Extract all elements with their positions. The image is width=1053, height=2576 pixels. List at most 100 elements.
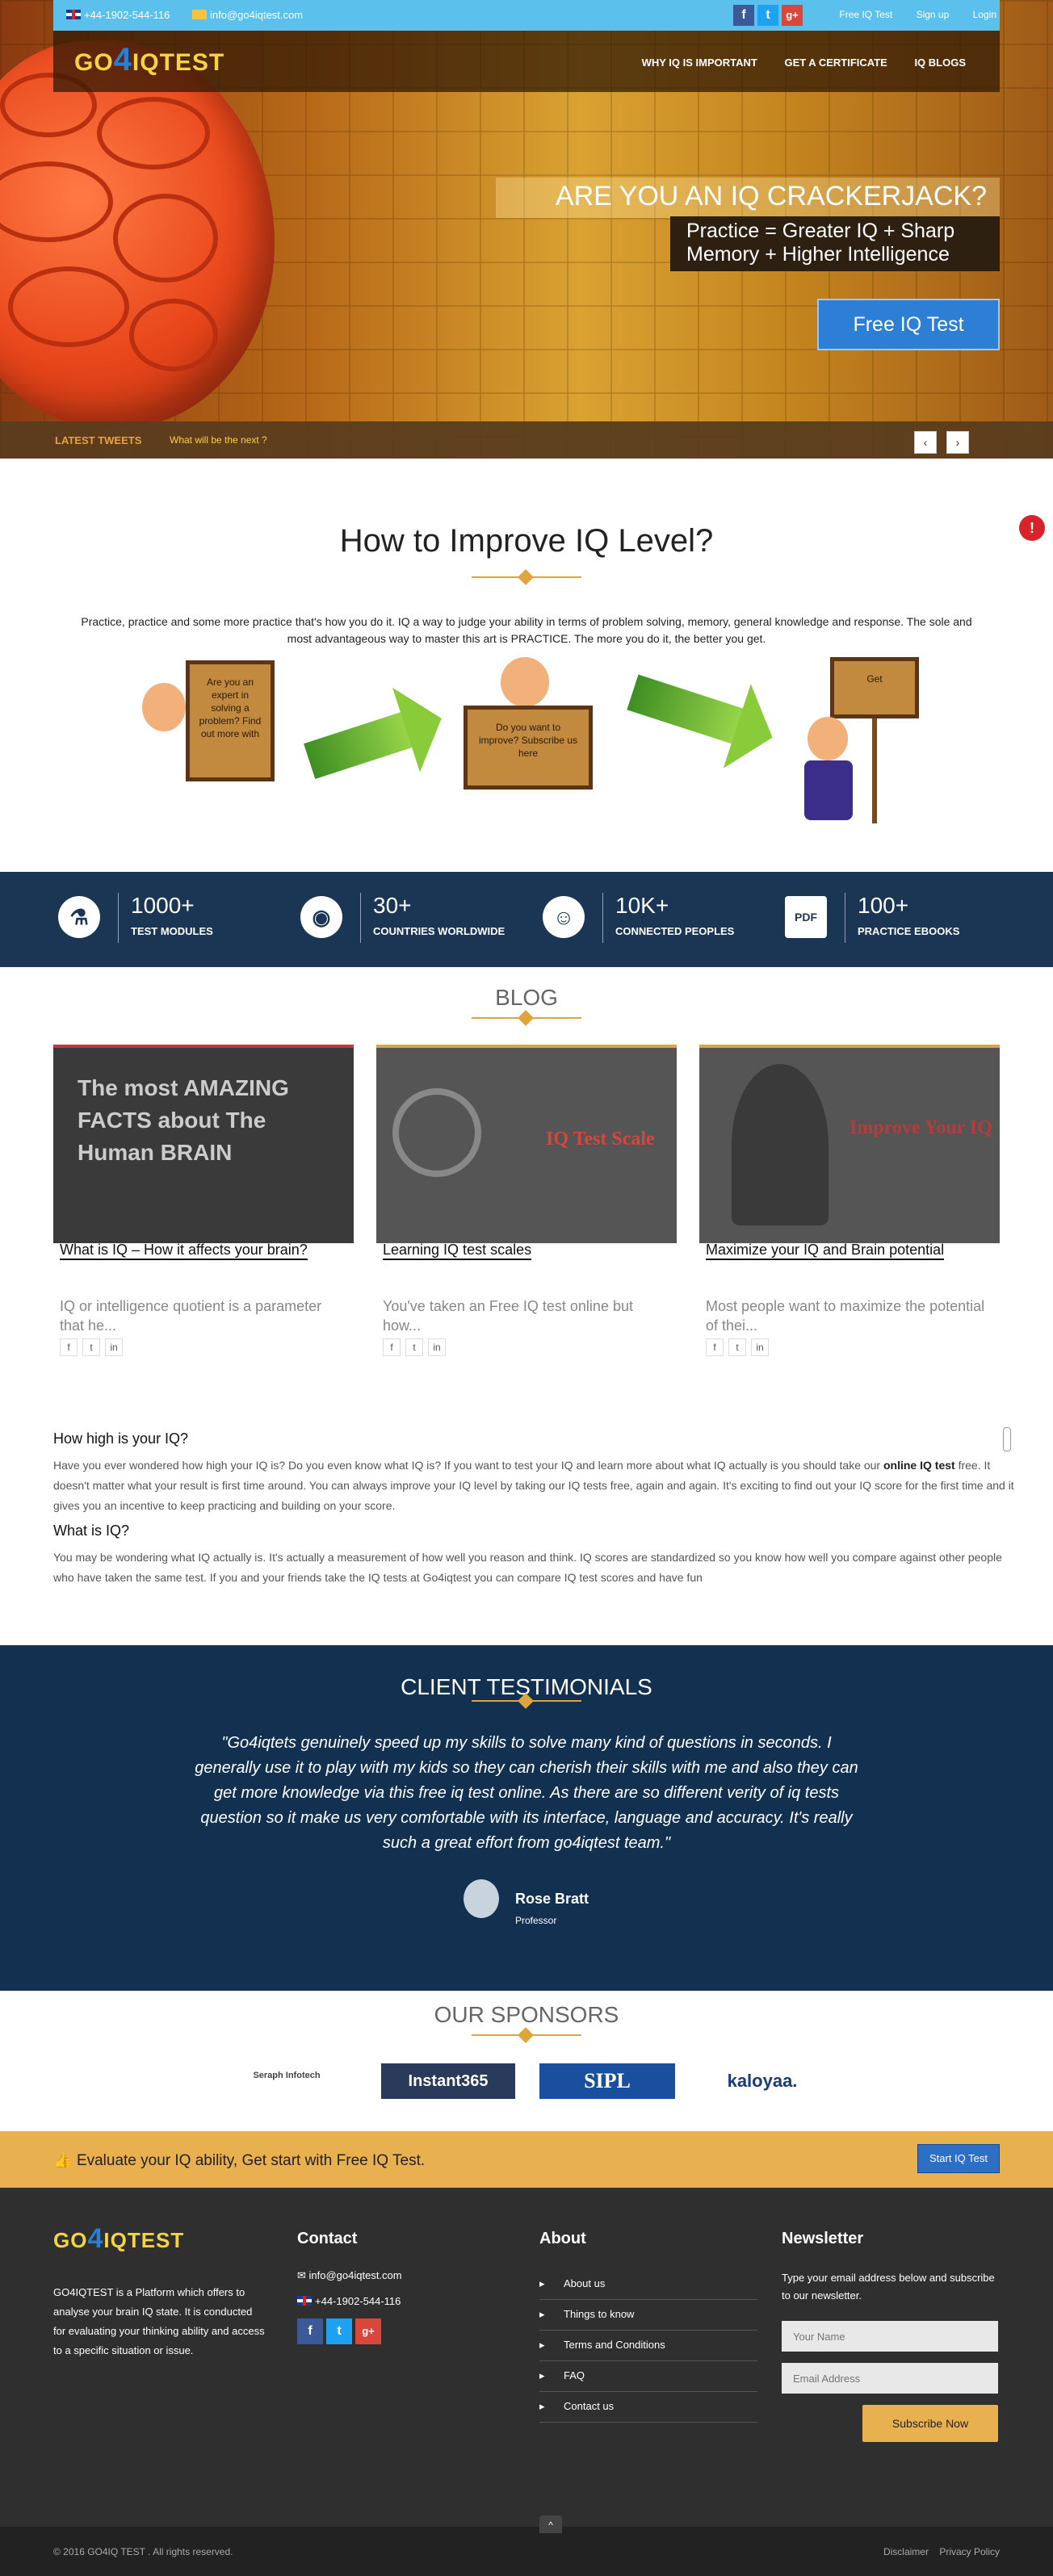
nav-iq-blogs[interactable]: IQ BLOGS: [914, 57, 966, 69]
disclaimer-link[interactable]: Disclaimer: [883, 2546, 929, 2557]
copyright: © 2016 GO4IQ TEST . All rights reserved.: [53, 2546, 233, 2557]
twitter-icon[interactable]: t: [326, 2318, 352, 2344]
logo[interactable]: GO4IQTEST: [74, 42, 224, 78]
testimonial-name: Rose Bratt: [515, 1891, 589, 1907]
title-divider: [472, 572, 581, 583]
blog-post-title[interactable]: Maximize your IQ and Brain potential: [706, 1242, 945, 1260]
faq-heading-2: What is IQ?: [53, 1523, 130, 1539]
back-to-top-button[interactable]: ^: [539, 2515, 562, 2533]
online-iq-test-link[interactable]: online IQ test: [883, 1459, 955, 1472]
cta-bar: 👍 Evaluate your IQ ability, Get start wi…: [0, 2131, 1053, 2188]
blog-card[interactable]: Improve Your IQ Maximize your IQ and Bra…: [699, 1045, 1000, 1363]
green-arrow-1: [304, 711, 415, 779]
facebook-icon[interactable]: f: [733, 5, 754, 26]
twitter-icon[interactable]: t: [82, 1338, 100, 1356]
twitter-icon[interactable]: t: [757, 5, 778, 26]
linkedin-icon[interactable]: in: [105, 1338, 123, 1356]
google-plus-icon[interactable]: g+: [782, 5, 803, 26]
privacy-link[interactable]: Privacy Policy: [939, 2546, 1000, 2557]
google-plus-icon[interactable]: g+: [355, 2318, 381, 2344]
pdf-icon: PDF: [785, 896, 827, 938]
sponsor-kaloyaa[interactable]: kaloyaa.: [706, 2063, 819, 2099]
green-arrow-2: [627, 674, 746, 745]
start-iq-test-button[interactable]: Start IQ Test: [917, 2144, 1000, 2173]
blog-post-title[interactable]: What is IQ – How it affects your brain?: [60, 1242, 308, 1260]
blog-post-excerpt: IQ or intelligence quotient is a paramet…: [60, 1298, 322, 1334]
cta-text: 👍 Evaluate your IQ ability, Get start wi…: [53, 2152, 426, 2169]
blog-post-title[interactable]: Learning IQ test scales: [383, 1242, 532, 1260]
alert-icon[interactable]: !: [1019, 515, 1045, 541]
hero-question: ARE YOU AN IQ CRACKERJACK?: [496, 178, 1000, 218]
improve-title: How to Improve IQ Level?: [339, 523, 714, 559]
footer-link-terms[interactable]: Terms and Conditions: [539, 2331, 757, 2361]
twitter-icon[interactable]: t: [405, 1338, 423, 1356]
contact-heading: Contact: [297, 2230, 358, 2247]
footer-phone[interactable]: +44-1902-544-116: [297, 2295, 402, 2307]
improve-text: Practice, practice and some more practic…: [81, 615, 972, 645]
footer-link-contact[interactable]: Contact us: [539, 2392, 757, 2423]
about-heading: About: [539, 2230, 586, 2247]
uk-flag-icon: [66, 10, 81, 19]
sponsor-instant365[interactable]: Instant365: [381, 2063, 515, 2099]
iq-info-scrollbox[interactable]: How high is your IQ? Have you ever wonde…: [53, 1424, 1019, 1595]
faq-paragraph-1: Have you ever wondered how high your IQ …: [53, 1459, 1014, 1512]
blog-image[interactable]: The most AMAZING FACTS about The Human B…: [53, 1045, 354, 1243]
footer-link-about[interactable]: About us: [539, 2269, 757, 2300]
blog-card[interactable]: The most AMAZING FACTS about The Human B…: [53, 1045, 354, 1363]
facebook-icon[interactable]: f: [297, 2318, 323, 2344]
footer-contact: Contact ✉ info@go4iqtest.com +44-1902-54…: [297, 2230, 402, 2344]
scrollbar[interactable]: [1003, 1427, 1011, 1451]
testimonials-section: CLIENT TESTIMONIALS "Go4iqtets genuinely…: [0, 1645, 1053, 1991]
facebook-icon[interactable]: f: [706, 1338, 724, 1356]
avatar: [464, 1879, 499, 1918]
latest-tweets-bar: LATEST TWEETS What will be the next ? ‹ …: [0, 421, 1053, 459]
twitter-icon[interactable]: t: [728, 1338, 746, 1356]
blog-post-excerpt: You've taken an Free IQ test online but …: [383, 1298, 633, 1334]
footer-link-faq[interactable]: FAQ: [539, 2361, 757, 2392]
facebook-icon[interactable]: f: [383, 1338, 401, 1356]
testimonial-quote: "Go4iqtets genuinely speed up my skills …: [195, 1734, 858, 1852]
linkedin-icon[interactable]: in: [428, 1338, 446, 1356]
footer-logo[interactable]: GO4IQTEST: [53, 2223, 184, 2255]
tweet-text[interactable]: What will be the next ?: [170, 434, 267, 446]
sponsor-seraph[interactable]: Seraph Infotech: [242, 2063, 331, 2099]
nav-why-iq[interactable]: WHY IQ IS IMPORTANT: [642, 57, 757, 69]
name-input[interactable]: [782, 2321, 998, 2352]
footer: GO4IQTEST GO4IQTEST is a Platform which …: [0, 2188, 1053, 2527]
email-contact[interactable]: info@go4iqtest.com: [192, 9, 303, 21]
envelope-icon: ✉: [297, 2269, 309, 2281]
email-input[interactable]: [782, 2363, 998, 2394]
top-bar: +44-1902-544-116 info@go4iqtest.com f t g+…: [53, 0, 1000, 31]
globe-icon: ◉: [300, 896, 342, 938]
phone-contact[interactable]: +44-1902-544-116: [66, 9, 170, 21]
subscribe-button[interactable]: Subscribe Now: [862, 2405, 998, 2442]
blog-card[interactable]: IQ Test Scale Learning IQ test scales Yo…: [376, 1045, 677, 1363]
boy-figure-2: [501, 657, 549, 707]
nav-certificate[interactable]: GET A CERTIFICATE: [784, 57, 887, 69]
free-iq-test-button[interactable]: Free IQ Test: [817, 299, 1000, 350]
free-iq-test-link[interactable]: Free IQ Test: [839, 9, 892, 20]
bottom-bar: ^ © 2016 GO4IQ TEST . All rights reserve…: [0, 2515, 1053, 2576]
blog-image[interactable]: IQ Test Scale: [376, 1045, 677, 1243]
mind-map-graphic: [392, 1088, 481, 1177]
head-graphic: [732, 1064, 829, 1225]
facebook-icon[interactable]: f: [60, 1338, 78, 1356]
sign-up-link[interactable]: Sign up: [917, 9, 950, 20]
footer-link-things[interactable]: Things to know: [539, 2300, 757, 2331]
boy-figure-1: [142, 683, 186, 731]
sponsor-sipl[interactable]: SIPL: [539, 2063, 675, 2099]
testimonial-role: Professor: [515, 1915, 557, 1926]
question-board-2: Do you want to improve? Subscribe us her…: [464, 706, 593, 790]
blog-image[interactable]: Improve Your IQ: [699, 1045, 1000, 1243]
tweet-prev-button[interactable]: ‹: [914, 431, 937, 454]
linkedin-icon[interactable]: in: [751, 1338, 769, 1356]
footer-email[interactable]: ✉ info@go4iqtest.com: [297, 2269, 402, 2282]
man-figure: [808, 717, 848, 760]
login-link[interactable]: Login: [973, 9, 996, 20]
blog-post-excerpt: Most people want to maximize the potenti…: [706, 1298, 985, 1334]
tweet-next-button[interactable]: ›: [946, 431, 969, 454]
uk-flag-icon: [297, 2296, 312, 2306]
man-suit: [804, 760, 853, 820]
testimonials-divider: [472, 1695, 581, 1707]
faq-heading-1: How high is your IQ?: [53, 1430, 189, 1447]
